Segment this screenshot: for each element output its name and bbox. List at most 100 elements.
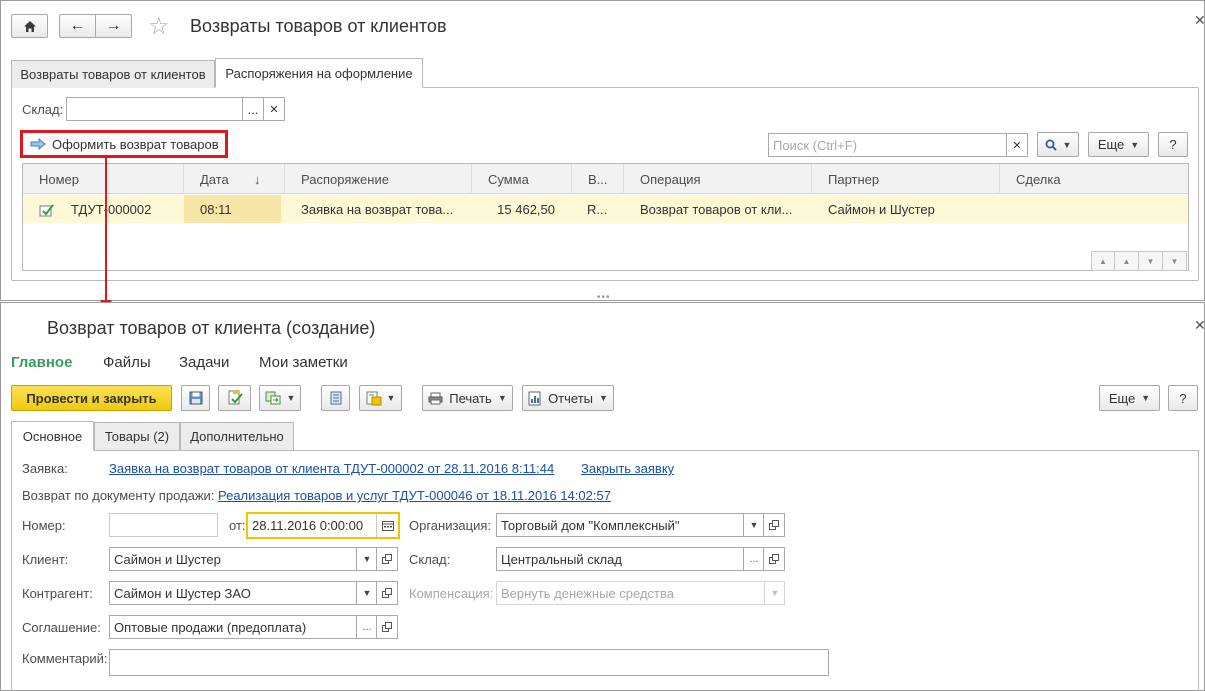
- search-clear-button[interactable]: ✕: [1006, 133, 1028, 157]
- contractor-open-button[interactable]: [376, 581, 398, 605]
- search-placeholder: Поиск (Ctrl+F): [773, 137, 858, 153]
- number-input[interactable]: [109, 513, 218, 537]
- forward-button[interactable]: →: [95, 14, 132, 38]
- col-date[interactable]: Дата ↓: [184, 164, 285, 194]
- nav-tasks[interactable]: Задачи: [179, 354, 229, 371]
- agreement-value: Оптовые продажи (предоплата): [114, 619, 307, 635]
- client-open-button[interactable]: [376, 547, 398, 571]
- organization-open-button[interactable]: [763, 513, 785, 537]
- cell-date: 08:11: [184, 195, 281, 223]
- create-return-button[interactable]: Оформить возврат товаров: [20, 130, 228, 158]
- document-attach-icon: [366, 391, 382, 406]
- col-label: Дата: [200, 171, 229, 187]
- scroll-up-button[interactable]: ▲: [1115, 251, 1139, 271]
- tab-goods[interactable]: Товары (2): [94, 422, 180, 450]
- chevron-down-icon: ▼: [362, 588, 372, 598]
- home-button[interactable]: [11, 14, 48, 38]
- client-dropdown[interactable]: ▼: [356, 548, 376, 570]
- warehouse-select-button[interactable]: ...: [242, 97, 264, 121]
- close-icon[interactable]: ✕: [1194, 12, 1205, 29]
- back-button[interactable]: ←: [59, 14, 96, 38]
- search-options-button[interactable]: ▼: [1037, 132, 1079, 157]
- agreement-select[interactable]: Оптовые продажи (предоплата) ...: [109, 615, 377, 639]
- sale-doc-link[interactable]: Реализация товаров и услуг ТДУТ-000046 о…: [218, 488, 611, 503]
- comment-label: Комментарий:: [22, 651, 108, 666]
- print-button[interactable]: Печать ▼: [422, 385, 513, 411]
- scroll-last-button[interactable]: ▼: [1163, 251, 1187, 271]
- open-icon: [769, 554, 779, 564]
- arrow-right-icon: [30, 138, 46, 150]
- home-icon: [23, 20, 36, 32]
- warehouse-input[interactable]: [66, 97, 243, 121]
- table-header: Номер Дата ↓ Распоряжение Сумма В... Опер…: [23, 164, 1188, 194]
- table-nav-buttons: ▲ ▲ ▼ ▼: [1091, 251, 1187, 271]
- comment-input[interactable]: [109, 649, 829, 676]
- organization-value: Торговый дом "Комплексный": [501, 517, 680, 533]
- col-currency[interactable]: В...: [572, 164, 624, 194]
- search-icon: [1045, 139, 1057, 151]
- tab-main[interactable]: Основное: [11, 421, 94, 451]
- search-input[interactable]: Поиск (Ctrl+F): [768, 133, 1007, 157]
- calendar-button[interactable]: [376, 514, 398, 537]
- tab-customer-returns[interactable]: Возвраты товаров от клиентов: [11, 60, 215, 88]
- cell-number: ТДУТ-000002: [71, 201, 152, 217]
- chevron-down-icon: ▼: [362, 554, 372, 564]
- col-deal[interactable]: Сделка: [1000, 164, 1188, 194]
- tab-additional[interactable]: Дополнительно: [180, 422, 294, 450]
- agreement-choose-button[interactable]: ...: [356, 616, 376, 638]
- help-button[interactable]: ?: [1158, 132, 1188, 157]
- reports-button-label: Отчеты: [548, 390, 593, 406]
- contractor-dropdown[interactable]: ▼: [356, 582, 376, 604]
- post-document-icon: [228, 390, 243, 405]
- nav-files[interactable]: Файлы: [103, 354, 151, 371]
- more-button[interactable]: Еще ▼: [1099, 385, 1160, 411]
- tab-label: Основное: [22, 428, 83, 444]
- warehouse-value: Центральный склад: [501, 551, 622, 567]
- scroll-first-button[interactable]: ▲: [1091, 251, 1115, 271]
- more-button[interactable]: Еще ▼: [1088, 132, 1149, 157]
- close-icon[interactable]: ✕: [1194, 317, 1205, 334]
- tab-return-orders[interactable]: Распоряжения на оформление: [215, 58, 423, 88]
- cell-operation: Возврат товаров от кли...: [640, 201, 793, 217]
- agreement-open-button[interactable]: [376, 615, 398, 639]
- warehouse-open-button[interactable]: [763, 547, 785, 571]
- col-label: Операция: [640, 171, 701, 187]
- create-return-button-label: Оформить возврат товаров: [52, 136, 219, 152]
- favorite-star-icon[interactable]: ☆: [148, 12, 170, 41]
- organization-select[interactable]: Торговый дом "Комплексный" ▼: [496, 513, 764, 537]
- nav-notes[interactable]: Мои заметки: [259, 354, 348, 371]
- compensation-label: Компенсация:: [409, 586, 494, 601]
- warehouse-select[interactable]: Центральный склад ...: [496, 547, 764, 571]
- scroll-down-button[interactable]: ▼: [1139, 251, 1163, 271]
- attachments-button[interactable]: ▼: [359, 385, 402, 411]
- col-partner[interactable]: Партнер: [812, 164, 1000, 194]
- request-link[interactable]: Заявка на возврат товаров от клиента ТДУ…: [109, 461, 554, 476]
- help-button[interactable]: ?: [1168, 385, 1198, 411]
- chevron-down-icon: ▼: [599, 393, 608, 403]
- reports-button[interactable]: Отчеты ▼: [522, 385, 614, 411]
- post-and-close-button[interactable]: Провести и закрыть: [11, 385, 172, 411]
- create-based-on-button[interactable]: ▼: [259, 385, 301, 411]
- cell-sum: 15 462,50: [497, 201, 555, 217]
- save-button[interactable]: [181, 385, 210, 411]
- close-request-link[interactable]: Закрыть заявку: [581, 461, 674, 476]
- organization-dropdown[interactable]: ▼: [743, 514, 763, 536]
- post-button[interactable]: [218, 385, 251, 411]
- open-icon: [382, 554, 392, 564]
- help-button-label: ?: [1169, 137, 1177, 152]
- chevron-down-icon: ▼: [286, 393, 296, 403]
- warehouse-clear-button[interactable]: ✕: [263, 97, 285, 121]
- client-select[interactable]: Саймон и Шустер ▼: [109, 547, 377, 571]
- warehouse-choose-button[interactable]: ...: [743, 548, 763, 570]
- contractor-select[interactable]: Саймон и Шустер ЗАО ▼: [109, 581, 377, 605]
- table-row[interactable]: ТДУТ-000002 08:11 Заявка на возврат това…: [23, 195, 1188, 223]
- col-label: Сделка: [1016, 171, 1061, 187]
- sort-desc-icon: ↓: [254, 171, 261, 187]
- col-operation[interactable]: Операция: [624, 164, 812, 194]
- post-and-close-label: Провести и закрыть: [26, 390, 157, 406]
- date-input[interactable]: 28.11.2016 0:00:00: [246, 512, 400, 539]
- structure-button[interactable]: [321, 385, 350, 411]
- nav-main[interactable]: Главное: [11, 354, 72, 371]
- col-sum[interactable]: Сумма: [472, 164, 572, 194]
- col-order[interactable]: Распоряжение: [285, 164, 472, 194]
